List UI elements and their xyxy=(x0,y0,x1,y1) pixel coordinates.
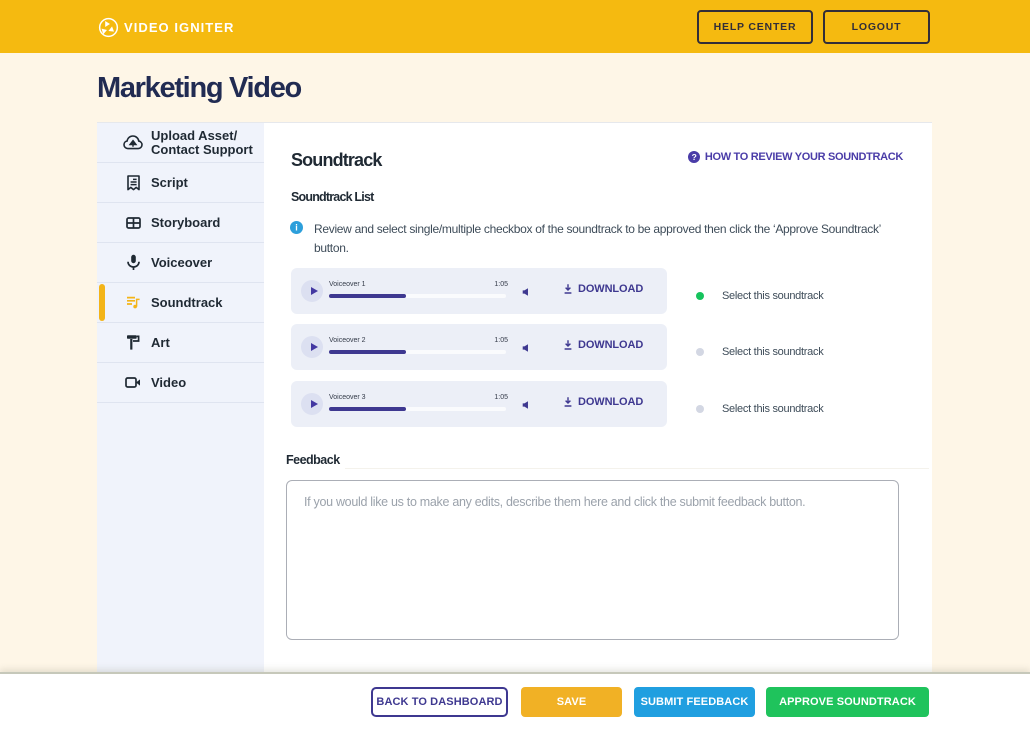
svg-text:i: i xyxy=(295,223,298,233)
svg-text:?: ? xyxy=(691,152,696,162)
